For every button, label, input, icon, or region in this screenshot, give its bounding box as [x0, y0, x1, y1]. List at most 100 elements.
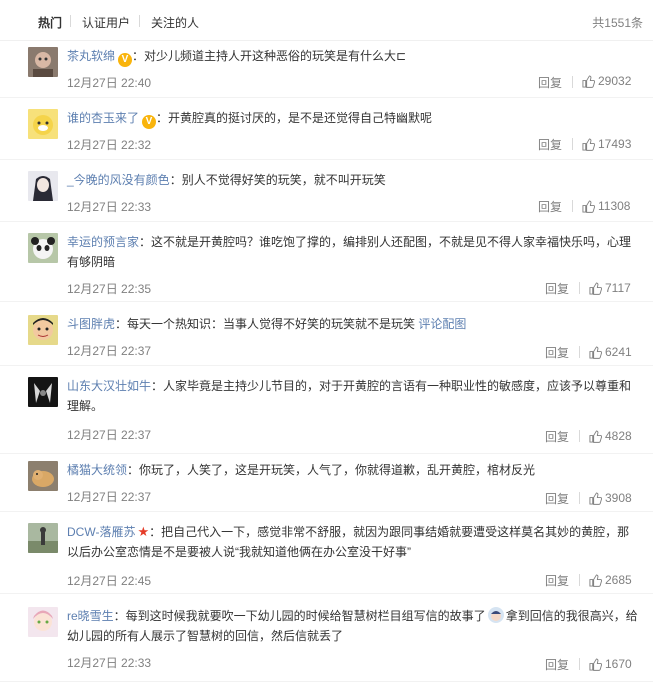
- avatar[interactable]: [28, 607, 58, 637]
- like-count: 17493: [598, 137, 632, 151]
- comment-text: 幸运的预言家：这不就是开黄腔吗？谁吃饱了撑的，编排别人还配图，不就是见不得人家幸…: [67, 232, 639, 272]
- v-icon: V: [118, 53, 133, 67]
- avatar[interactable]: [28, 461, 58, 491]
- timestamp: 12月27日 22:35: [67, 282, 152, 296]
- comment-text: 橘猫大统领：你玩了，人笑了，这是开玩笑，人气了，你就得道歉，乱开黄腔，棺材反光: [67, 460, 639, 480]
- comment-item: 斗图胖虎：每天一个热知识：当事人觉得不好笑的玩笑就不是玩笑 评论配图 12月27…: [0, 309, 653, 366]
- tab-following[interactable]: 关注的人: [151, 14, 199, 31]
- comment-body: ：每到这时候我就要吹一下幼儿园的时候给智慧树栏目组写信的故事了: [113, 609, 486, 623]
- comment-text: 茶丸软绵 V ：对少儿频道主持人开这种恶俗的玩笑是有什么大⊏: [67, 46, 639, 67]
- action-divider: [579, 282, 580, 294]
- timestamp: 12月27日 22:33: [67, 656, 152, 670]
- reply-button[interactable]: 回复: [545, 490, 569, 507]
- username[interactable]: DCW-落雁苏: [67, 525, 135, 539]
- thumbs-up-icon: [589, 573, 602, 587]
- comment-count: 共1551条: [592, 16, 643, 30]
- comment-body: ：你玩了，人笑了，这是开玩笑，人气了，你就得道歉，乱开黄腔，棺材反光: [127, 463, 536, 477]
- comment-item: re晓雪生：每到这时候我就要吹一下幼儿园的时候给智慧树栏目组写信的故事了 拿到回信…: [0, 601, 653, 682]
- comment-body: ：别人不觉得好笑的玩笑，就不叫开玩笑: [169, 173, 386, 187]
- star-icon: ★: [137, 524, 150, 539]
- like-count: 11308: [598, 199, 631, 213]
- tab-divider: [70, 15, 71, 27]
- username[interactable]: _今晚的风没有颜色: [67, 173, 170, 187]
- comment-item: DCW-落雁苏 ★：把自己代入一下，感觉非常不舒服，就因为跟同事结婚就要遭受这样莫…: [0, 517, 653, 594]
- reply-button[interactable]: 回复: [545, 344, 569, 361]
- timestamp: 12月27日 22:33: [67, 200, 152, 214]
- comment-item: 茶丸软绵 V ：对少儿频道主持人开这种恶俗的玩笑是有什么大⊏ 12月27日 22:4…: [0, 41, 653, 98]
- tab-divider: [139, 15, 140, 27]
- comment-tabs: 热门 认证用户 关注的人 共1551条: [0, 0, 653, 41]
- thumbs-up-icon: [582, 199, 595, 213]
- comment-text: DCW-落雁苏 ★：把自己代入一下，感觉非常不舒服，就因为跟同事结婚就要遭受这样莫…: [67, 522, 639, 562]
- like-button[interactable]: 2685: [589, 573, 632, 587]
- comment-text: re晓雪生：每到这时候我就要吹一下幼儿园的时候给智慧树栏目组写信的故事了 拿到回信…: [67, 606, 639, 646]
- username[interactable]: 谁的杏玉来了: [67, 111, 139, 125]
- like-button[interactable]: 1670: [589, 657, 632, 671]
- comment-body: ：每天一个热知识：当事人觉得不好笑的玩笑就不是玩笑: [115, 317, 419, 331]
- comment-body: ：人家毕竟是主持少儿节目的，对于开黄腔的言语有一种职业性的敏感度，应该予以尊重和…: [67, 379, 632, 413]
- timestamp: 12月27日 22:32: [67, 138, 152, 152]
- reply-button[interactable]: 回复: [538, 198, 562, 215]
- like-count: 29032: [598, 74, 632, 88]
- tab-hot[interactable]: 热门: [38, 14, 62, 31]
- username[interactable]: 橘猫大统领: [67, 463, 127, 477]
- avatar[interactable]: [28, 523, 58, 553]
- comment-text: _今晚的风没有颜色：别人不觉得好笑的玩笑，就不叫开玩笑: [67, 170, 639, 190]
- action-divider: [579, 574, 580, 586]
- reply-button[interactable]: 回复: [545, 656, 569, 673]
- like-button[interactable]: 7117: [589, 281, 631, 295]
- avatar[interactable]: [28, 47, 58, 77]
- avatar[interactable]: [28, 109, 58, 139]
- username[interactable]: 斗图胖虎: [67, 317, 115, 331]
- inline-avatar-icon[interactable]: [487, 607, 504, 623]
- like-count: 3908: [605, 491, 632, 505]
- thumbs-up-icon: [582, 137, 595, 151]
- like-button[interactable]: 11308: [582, 199, 630, 213]
- action-divider: [572, 200, 573, 212]
- comment-text: 山东大汉壮如牛：人家毕竟是主持少儿节目的，对于开黄腔的言语有一种职业性的敏感度，…: [67, 376, 639, 416]
- like-count: 2685: [605, 573, 632, 587]
- username[interactable]: 茶丸软绵: [67, 49, 115, 63]
- avatar[interactable]: [28, 171, 58, 201]
- reply-button[interactable]: 回复: [545, 280, 569, 297]
- comment-image-link[interactable]: 评论配图: [418, 317, 466, 331]
- comment-text: 谁的杏玉来了 V ：开黄腔真的挺讨厌的，是不是还觉得自己特幽默呢: [67, 108, 639, 129]
- thumbs-up-icon: [582, 74, 595, 88]
- action-divider: [572, 76, 573, 88]
- reply-button[interactable]: 回复: [545, 428, 569, 445]
- action-divider: [579, 492, 580, 504]
- like-button[interactable]: 3908: [589, 491, 632, 505]
- avatar[interactable]: [28, 233, 58, 263]
- action-divider: [579, 430, 580, 442]
- like-count: 7117: [605, 281, 631, 295]
- thumbs-up-icon: [589, 429, 602, 443]
- like-button[interactable]: 6241: [589, 345, 632, 359]
- timestamp: 12月27日 22:40: [67, 76, 152, 90]
- comment-body: ：这不就是开黄腔吗？谁吃饱了撑的，编排别人还配图，不就是见不得人家幸福快乐吗，心…: [67, 235, 632, 269]
- like-count: 6241: [605, 345, 632, 359]
- like-count: 1670: [605, 657, 632, 671]
- like-button[interactable]: 17493: [582, 137, 631, 151]
- reply-button[interactable]: 回复: [538, 74, 562, 91]
- reply-button[interactable]: 回复: [538, 136, 562, 153]
- like-button[interactable]: 4828: [589, 429, 632, 443]
- comment-item: _今晚的风没有颜色：别人不觉得好笑的玩笑，就不叫开玩笑 12月27日 22:33…: [0, 165, 653, 222]
- thumbs-up-icon: [589, 491, 602, 505]
- action-divider: [579, 346, 580, 358]
- avatar[interactable]: [28, 377, 58, 407]
- timestamp: 12月27日 22:37: [67, 428, 152, 442]
- like-button[interactable]: 29032: [582, 74, 631, 88]
- avatar[interactable]: [28, 315, 58, 345]
- comment-body: ：把自己代入一下，感觉非常不舒服，就因为跟同事结婚就要遭受这样莫名其妙的黄腔，那…: [67, 525, 630, 559]
- comment-body: ：开黄腔真的挺讨厌的，是不是还觉得自己特幽默呢: [156, 111, 433, 125]
- comment-body: ：对少儿频道主持人开这种恶俗的玩笑是有什么大⊏: [132, 49, 407, 63]
- username[interactable]: re晓雪生: [67, 609, 114, 623]
- username[interactable]: 幸运的预言家: [67, 235, 139, 249]
- comment-text: 斗图胖虎：每天一个热知识：当事人觉得不好笑的玩笑就不是玩笑 评论配图: [67, 314, 639, 334]
- thumbs-up-icon: [589, 345, 602, 359]
- action-divider: [579, 658, 580, 670]
- thumbs-up-icon: [589, 281, 602, 295]
- tab-verified-users[interactable]: 认证用户: [82, 14, 130, 31]
- username[interactable]: 山东大汉壮如牛: [67, 379, 151, 393]
- reply-button[interactable]: 回复: [545, 572, 569, 589]
